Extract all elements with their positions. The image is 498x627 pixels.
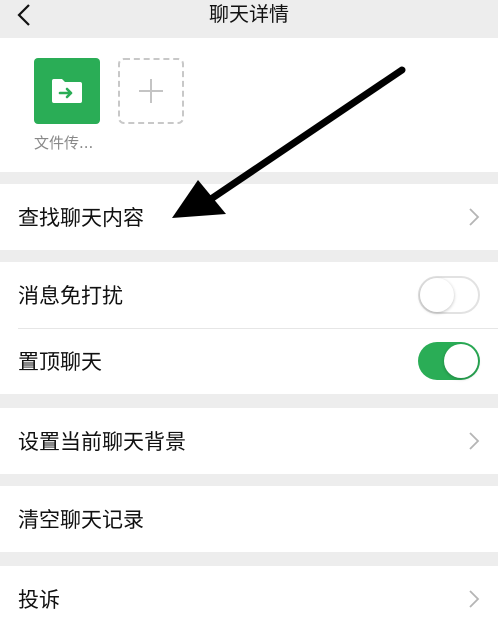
mute-row: 消息免打扰 bbox=[0, 262, 498, 328]
nav-bar: 聊天详情 bbox=[0, 0, 498, 38]
plus-icon bbox=[139, 79, 163, 103]
chevron-right-icon bbox=[469, 208, 480, 226]
sticky-toggle[interactable] bbox=[418, 342, 480, 380]
mute-toggle[interactable] bbox=[418, 276, 480, 314]
row-label: 清空聊天记录 bbox=[18, 508, 144, 532]
divider bbox=[18, 328, 498, 329]
section-report: 投诉 bbox=[0, 566, 498, 627]
add-member-button[interactable] bbox=[118, 58, 184, 124]
toggle-knob bbox=[420, 278, 454, 312]
member-file-transfer[interactable]: 文件传... bbox=[34, 58, 100, 153]
chevron-right-icon bbox=[469, 432, 480, 450]
section-clear: 清空聊天记录 bbox=[0, 486, 498, 552]
row-label: 置顶聊天 bbox=[18, 350, 102, 374]
page-title: 聊天详情 bbox=[209, 2, 289, 26]
member-name: 文件传... bbox=[34, 134, 94, 152]
section-settings: 消息免打扰 置顶聊天 bbox=[0, 262, 498, 394]
section-background: 设置当前聊天背景 bbox=[0, 408, 498, 474]
section-search: 查找聊天内容 bbox=[0, 184, 498, 250]
row-label: 消息免打扰 bbox=[18, 284, 123, 308]
chevron-right-icon bbox=[469, 590, 480, 608]
chat-background-row[interactable]: 设置当前聊天背景 bbox=[0, 408, 498, 474]
search-chat-history-row[interactable]: 查找聊天内容 bbox=[0, 184, 498, 250]
file-transfer-icon bbox=[52, 79, 82, 103]
row-label: 投诉 bbox=[18, 588, 60, 612]
row-label: 设置当前聊天背景 bbox=[18, 430, 186, 454]
avatar bbox=[34, 58, 100, 124]
toggle-knob bbox=[444, 344, 478, 378]
report-row[interactable]: 投诉 bbox=[0, 566, 498, 627]
member-panel: 文件传... bbox=[0, 38, 498, 172]
sticky-row: 置顶聊天 bbox=[0, 328, 498, 394]
row-label: 查找聊天内容 bbox=[18, 206, 144, 230]
clear-history-row[interactable]: 清空聊天记录 bbox=[0, 486, 498, 552]
